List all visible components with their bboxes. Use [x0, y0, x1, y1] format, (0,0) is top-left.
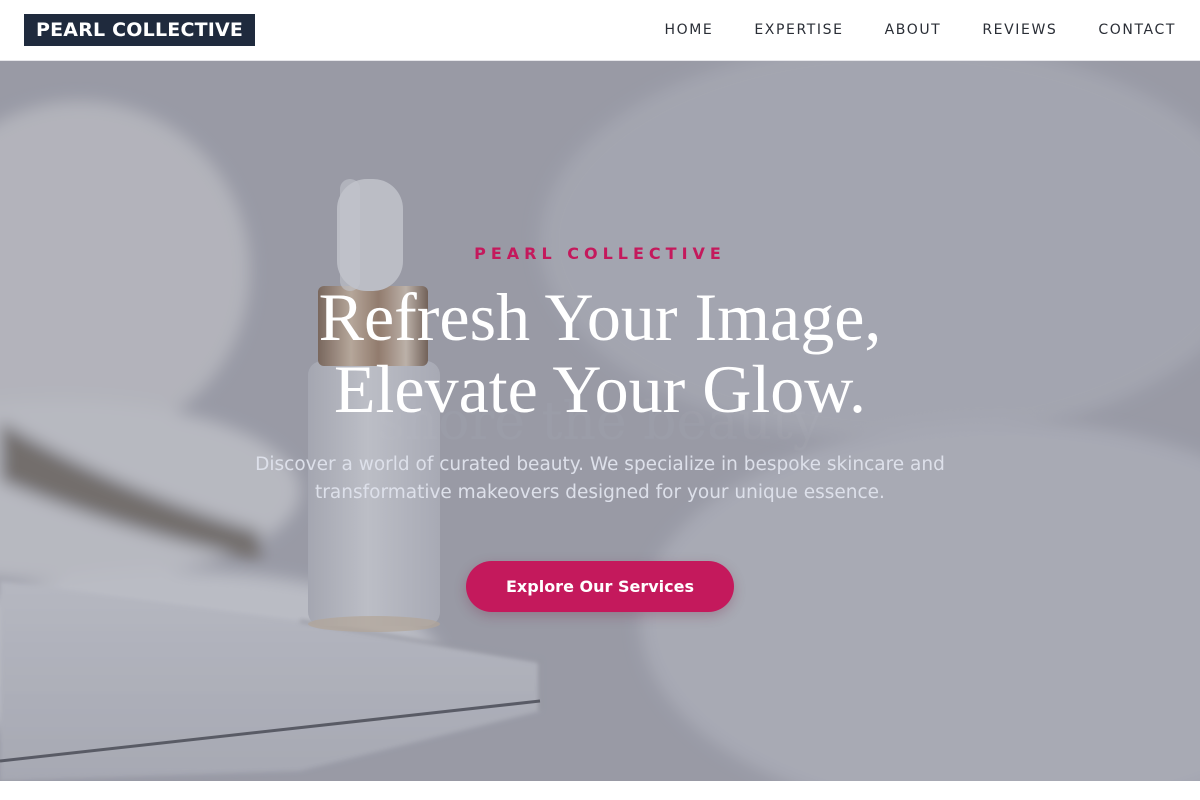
hero-eyebrow: PEARL COLLECTIVE [474, 244, 726, 263]
hero-description: Discover a world of curated beauty. We s… [255, 454, 945, 503]
hero-headline: Refresh Your Image, Elevate Your Glow. [0, 281, 1200, 425]
main-nav: HOME EXPERTISE ABOUT REVIEWS CONTACT [664, 22, 1176, 38]
nav-link-home[interactable]: HOME [664, 22, 713, 38]
logo[interactable]: PEARL COLLECTIVE [24, 14, 256, 46]
hero-section: shore the beauty PEARL COLLECTIVE Refres… [0, 61, 1200, 781]
nav-link-reviews[interactable]: REVIEWS [982, 22, 1057, 38]
nav-link-contact[interactable]: CONTACT [1098, 22, 1176, 38]
hero-headline-line-2: Elevate Your Glow. [334, 351, 866, 427]
nav-link-about[interactable]: ABOUT [885, 22, 942, 38]
page-bottom-strip [0, 781, 1200, 800]
hero-headline-line-1: Refresh Your Image, [318, 279, 882, 355]
hero-content: PEARL COLLECTIVE Refresh Your Image, Ele… [0, 61, 1200, 781]
explore-services-button[interactable]: Explore Our Services [466, 561, 734, 612]
nav-link-expertise[interactable]: EXPERTISE [754, 22, 843, 38]
site-header: PEARL COLLECTIVE HOME EXPERTISE ABOUT RE… [0, 0, 1200, 61]
